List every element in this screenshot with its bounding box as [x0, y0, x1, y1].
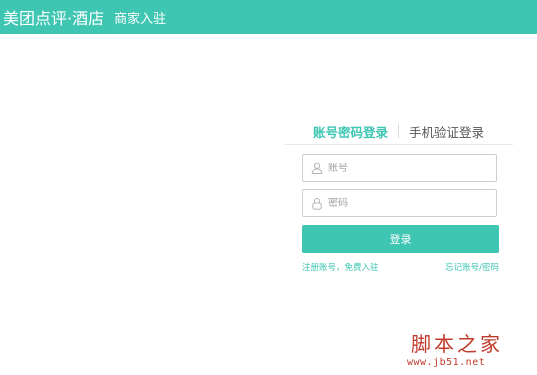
forgot-password-link[interactable]: 忘记账号/密码: [445, 261, 499, 273]
register-link[interactable]: 注册账号，免费入驻: [302, 261, 379, 273]
lock-icon: [310, 196, 324, 210]
username-field[interactable]: [302, 154, 497, 182]
merchant-join-title: 商家入驻: [114, 11, 167, 27]
watermark-url: www.jb51.net: [407, 357, 486, 368]
login-tabs: 账号密码登录 手机验证登录: [285, 118, 513, 145]
username-input[interactable]: [328, 162, 488, 174]
user-icon: [310, 161, 324, 175]
tab-account-password-login[interactable]: 账号密码登录: [313, 122, 388, 141]
login-button[interactable]: 登录: [302, 225, 499, 253]
tab-divider: [398, 124, 400, 138]
password-input[interactable]: [328, 197, 488, 209]
watermark-logo-text: 脚本之家: [411, 332, 503, 356]
password-field[interactable]: [302, 189, 497, 217]
top-header-bar: 美团点评·酒店 商家入驻: [0, 0, 537, 34]
brand-logo-text[interactable]: 美团点评·酒店: [3, 5, 104, 29]
tab-phone-verify-login[interactable]: 手机验证登录: [409, 122, 484, 141]
